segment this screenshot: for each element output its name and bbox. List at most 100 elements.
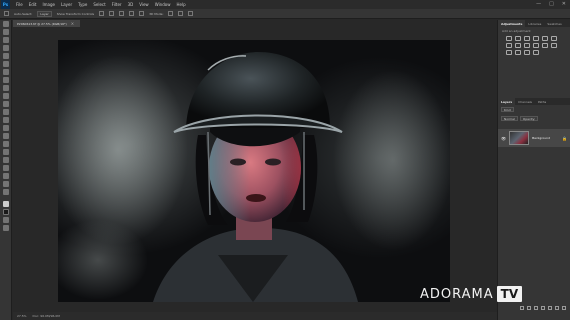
- status-bar: 27.5% Doc: 96.0M/96.0M: [13, 312, 497, 320]
- history-brush-tool-icon[interactable]: [2, 101, 9, 107]
- clone-stamp-tool-icon[interactable]: [2, 93, 9, 99]
- menu-filter[interactable]: Filter: [112, 2, 122, 7]
- menu-select[interactable]: Select: [93, 2, 105, 7]
- menu-3d[interactable]: 3D: [128, 2, 134, 7]
- document-tab[interactable]: P2060613.tif @ 27.5% (RGB/16*) ×: [13, 20, 81, 27]
- brush-tool-icon[interactable]: [2, 85, 9, 91]
- layer-row[interactable]: 👁 Background 🔒: [498, 129, 570, 147]
- channel-mixer-icon[interactable]: [533, 43, 539, 48]
- screen-mode-icon[interactable]: [2, 225, 9, 231]
- visibility-eye-icon[interactable]: 👁: [501, 136, 506, 141]
- align-left-icon[interactable]: [99, 11, 105, 16]
- layer-name: Background: [532, 136, 550, 140]
- link-layers-icon[interactable]: [520, 306, 524, 310]
- auto-select-label[interactable]: Auto-Select:: [14, 12, 32, 16]
- tools-panel: [0, 20, 12, 320]
- black-white-icon[interactable]: [515, 43, 521, 48]
- adjustment-layer-icon[interactable]: [541, 306, 545, 310]
- menu-window[interactable]: Window: [155, 2, 171, 7]
- quick-mask-icon[interactable]: [2, 217, 9, 223]
- watermark-brand: ADORAMA: [420, 286, 494, 302]
- quick-select-tool-icon[interactable]: [2, 45, 9, 51]
- photo-filter-icon[interactable]: [524, 43, 530, 48]
- invert-icon[interactable]: [551, 43, 557, 48]
- tab-channels[interactable]: Channels: [515, 98, 535, 105]
- show-transform-controls-checkbox[interactable]: Show Transform Controls: [57, 12, 94, 16]
- new-layer-icon[interactable]: [555, 306, 559, 310]
- levels-icon[interactable]: [515, 36, 521, 41]
- right-eye: [265, 158, 281, 166]
- align-center-icon[interactable]: [109, 11, 115, 16]
- zoom-tool-icon[interactable]: [2, 181, 9, 187]
- marquee-tool-icon[interactable]: [2, 29, 9, 35]
- close-window-button[interactable]: ✕: [562, 1, 566, 7]
- eyedropper-tool-icon[interactable]: [2, 69, 9, 75]
- threshold-icon[interactable]: [515, 50, 521, 55]
- orbit-3d-icon[interactable]: [168, 11, 174, 16]
- hand-tool-icon[interactable]: [2, 173, 9, 179]
- tab-adjustments[interactable]: Adjustments: [498, 20, 526, 27]
- smoke-right: [333, 70, 450, 250]
- dodge-tool-icon[interactable]: [2, 133, 9, 139]
- rectangle-tool-icon[interactable]: [2, 165, 9, 171]
- menu-layer[interactable]: Layer: [61, 2, 72, 7]
- path-selection-tool-icon[interactable]: [2, 157, 9, 163]
- menu-type[interactable]: Type: [78, 2, 87, 7]
- posterize-icon[interactable]: [506, 50, 512, 55]
- frame-tool-icon[interactable]: [2, 61, 9, 67]
- foreground-color-swatch[interactable]: [2, 201, 9, 207]
- left-eye: [230, 158, 246, 166]
- document-title: P2060613.tif @ 27.5% (RGB/16*): [17, 21, 67, 26]
- auto-select-target-dropdown[interactable]: Layer: [37, 10, 52, 17]
- tab-layers[interactable]: Layers: [498, 98, 516, 105]
- pen-tool-icon[interactable]: [2, 141, 9, 147]
- fx-icon[interactable]: [527, 306, 531, 310]
- opacity-label[interactable]: Opacity:: [519, 116, 539, 121]
- pan-3d-icon[interactable]: [188, 11, 194, 16]
- type-tool-icon[interactable]: [2, 149, 9, 155]
- delete-layer-icon[interactable]: [562, 306, 566, 310]
- menu-help[interactable]: Help: [176, 2, 185, 7]
- maximize-button[interactable]: □: [549, 1, 554, 7]
- document-canvas[interactable]: [58, 40, 450, 302]
- vibrance-icon[interactable]: [542, 36, 548, 41]
- add-mask-icon[interactable]: [534, 306, 538, 310]
- align-right-icon[interactable]: [119, 11, 125, 16]
- color-lookup-icon[interactable]: [542, 43, 548, 48]
- new-group-icon[interactable]: [548, 306, 552, 310]
- lasso-tool-icon[interactable]: [2, 37, 9, 43]
- background-color-swatch[interactable]: [2, 209, 9, 215]
- layer-kind-filter[interactable]: Kind: [501, 107, 514, 112]
- menu-file[interactable]: File: [16, 2, 23, 7]
- photoshop-logo: Ps: [1, 0, 10, 9]
- eraser-tool-icon[interactable]: [2, 109, 9, 115]
- tab-swatches[interactable]: Swatches: [544, 20, 564, 27]
- distribute-top-icon[interactable]: [129, 11, 135, 16]
- zoom-level[interactable]: 27.5%: [17, 314, 27, 318]
- gradient-map-icon[interactable]: [524, 50, 530, 55]
- gradient-tool-icon[interactable]: [2, 117, 9, 123]
- color-balance-icon[interactable]: [506, 43, 512, 48]
- menu-edit[interactable]: Edit: [29, 2, 37, 7]
- move-tool-icon[interactable]: [2, 21, 9, 27]
- brightness-contrast-icon[interactable]: [506, 36, 512, 41]
- move-tool-icon[interactable]: [4, 11, 9, 16]
- exposure-icon[interactable]: [533, 36, 539, 41]
- blend-mode-dropdown[interactable]: Normal: [501, 116, 518, 121]
- menu-view[interactable]: View: [139, 2, 149, 7]
- hue-saturation-icon[interactable]: [551, 36, 557, 41]
- tab-paths[interactable]: Paths: [535, 98, 549, 105]
- crop-tool-icon[interactable]: [2, 53, 9, 59]
- curves-icon[interactable]: [524, 36, 530, 41]
- selective-color-icon[interactable]: [533, 50, 539, 55]
- distribute-bottom-icon[interactable]: [139, 11, 145, 16]
- roll-3d-icon[interactable]: [178, 11, 184, 16]
- more-tools-icon[interactable]: [2, 189, 9, 195]
- minimize-button[interactable]: —: [536, 1, 541, 7]
- healing-brush-tool-icon[interactable]: [2, 77, 9, 83]
- close-document-button[interactable]: ×: [71, 21, 74, 26]
- tab-libraries[interactable]: Libraries: [525, 20, 544, 27]
- blur-tool-icon[interactable]: [2, 125, 9, 131]
- menu-image[interactable]: Image: [42, 2, 55, 7]
- right-panel-dock: Adjustments Libraries Swatches Add an ad…: [497, 20, 570, 320]
